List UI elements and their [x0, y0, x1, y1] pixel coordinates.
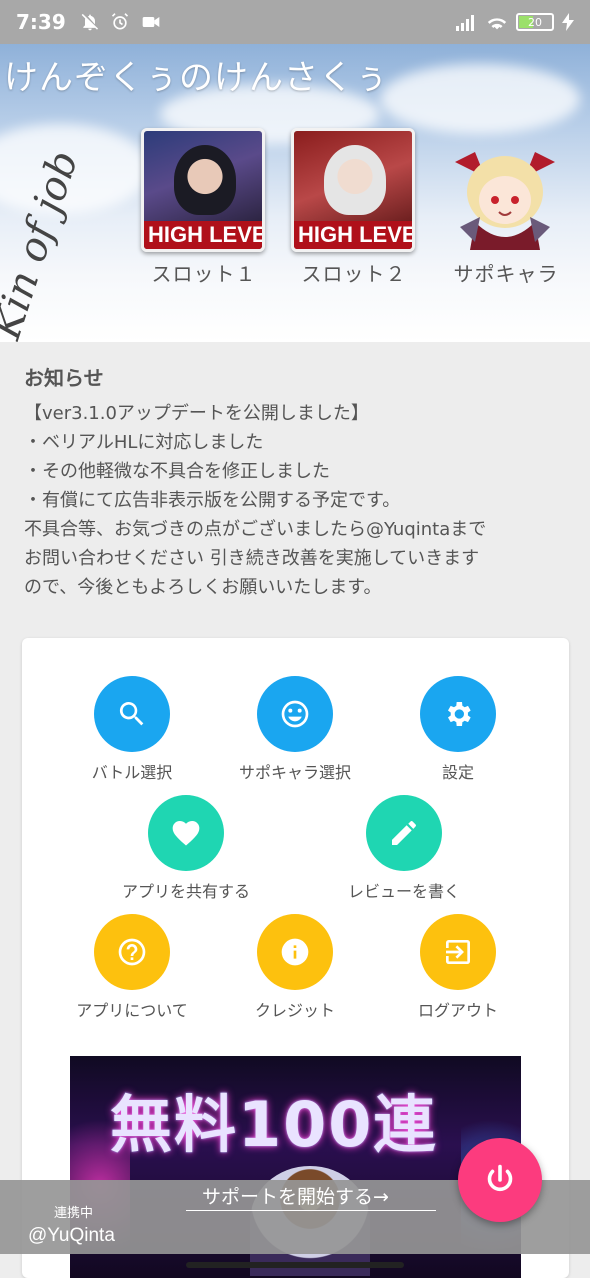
gear-icon: [448, 702, 471, 726]
write-review-circle[interactable]: [366, 795, 442, 871]
notice-title: お知らせ: [24, 366, 104, 390]
charging-icon: [562, 13, 574, 31]
settings-button[interactable]: 設定: [378, 676, 538, 783]
battery-level: 20: [528, 15, 542, 29]
settings-label: 設定: [441, 763, 474, 782]
settings-circle[interactable]: [420, 676, 496, 752]
user-handle: @YuQinta: [28, 1225, 115, 1246]
status-left-icons: [80, 12, 162, 32]
notice-line: ・その他軽微な不具合を修正しました: [24, 461, 330, 482]
alarm-icon: [111, 13, 128, 30]
home-indicator[interactable]: [186, 1262, 404, 1268]
about-app-label: アプリについて: [76, 1001, 188, 1020]
credits-circle[interactable]: [257, 914, 333, 990]
notice-line: ので、今後ともよろしくお願いいたします。: [24, 577, 382, 598]
notice-line: 【ver3.1.0アップデートを公開しました】: [24, 403, 369, 424]
battery-icon: 20: [516, 13, 554, 31]
slot-2-image[interactable]: HIGH LEVE: [291, 128, 415, 252]
start-support-link[interactable]: サポートを開始する→: [202, 1182, 389, 1209]
status-bar: 7:39 20: [0, 0, 590, 44]
battle-select-button[interactable]: バトル選択: [52, 676, 212, 783]
battle-select-circle[interactable]: [94, 676, 170, 752]
slot-2-label: スロット２: [301, 262, 407, 286]
share-app-circle[interactable]: [148, 795, 224, 871]
search-icon: [119, 702, 144, 726]
slot-1-banner: HIGH LEVE: [144, 221, 262, 249]
mute-icon: [81, 13, 98, 31]
write-review-label: レビューを書く: [347, 882, 460, 901]
start-support-underline: [186, 1210, 436, 1211]
slot-1[interactable]: HIGH LEVE スロット１: [141, 128, 267, 287]
header-banner: けんぞくぅのけんさくぅ Kin of job HIGH LEVE スロット１ H…: [0, 44, 590, 342]
pencil-icon: [392, 821, 416, 845]
notice-line: ・ベリアルHLに対応しました: [24, 432, 264, 453]
logout-icon: [446, 940, 470, 964]
notice-section: お知らせ 【ver3.1.0アップデートを公開しました】 ・ベリアルHLに対応し…: [24, 362, 574, 602]
info-icon: [281, 938, 309, 966]
character-portrait: [174, 145, 236, 215]
wifi-icon: [487, 18, 507, 30]
support-character-image[interactable]: [445, 142, 565, 252]
app-title: けんぞくぅのけんさくぅ: [4, 58, 389, 98]
slot-1-label: スロット１: [151, 262, 257, 286]
support-char-select-button[interactable]: サポキャラ選択: [215, 676, 375, 783]
signal-icon: [456, 15, 474, 31]
support-char-label: サポキャラ: [453, 262, 559, 286]
notice-line: ・有償にて広告非表示版を公開する予定です。: [24, 490, 401, 511]
share-app-label: アプリを共有する: [121, 882, 250, 901]
about-app-circle[interactable]: [94, 914, 170, 990]
battle-select-label: バトル選択: [91, 763, 173, 782]
slot-1-image[interactable]: HIGH LEVE: [141, 128, 265, 252]
logout-button[interactable]: ログアウト: [378, 914, 538, 1021]
cloud-decoration: [380, 64, 580, 134]
ad-headline: 無料100連: [110, 1088, 438, 1161]
share-app-button[interactable]: アプリを共有する: [106, 795, 266, 902]
character-portrait: [324, 145, 386, 215]
logout-label: ログアウト: [417, 1001, 498, 1020]
status-right-icons: 20: [456, 13, 574, 31]
notice-line: お問い合わせください 引き続き改善を実施していきます: [24, 548, 480, 569]
about-app-button[interactable]: アプリについて: [52, 914, 212, 1021]
credits-button[interactable]: クレジット: [215, 914, 375, 1021]
power-icon: [487, 1164, 513, 1192]
status-time: 7:39: [16, 10, 66, 34]
help-icon: [118, 938, 146, 966]
smiley-icon: [281, 700, 309, 728]
power-fab-button[interactable]: [458, 1138, 542, 1222]
support-char-select-circle[interactable]: [257, 676, 333, 752]
slot-2[interactable]: HIGH LEVE スロット２: [291, 128, 417, 287]
notice-line: 不具合等、お気づきの点がございましたら@Yuqintaまで: [24, 519, 487, 540]
write-review-button[interactable]: レビューを書く: [324, 795, 484, 902]
link-status-label: 連携中: [54, 1206, 94, 1221]
credits-label: クレジット: [254, 1001, 335, 1020]
heart-icon: [172, 820, 200, 846]
slot-2-banner: HIGH LEVE: [294, 221, 412, 249]
video-icon: [142, 17, 160, 27]
support-char-select-label: サポキャラ選択: [238, 763, 351, 782]
logout-circle[interactable]: [420, 914, 496, 990]
